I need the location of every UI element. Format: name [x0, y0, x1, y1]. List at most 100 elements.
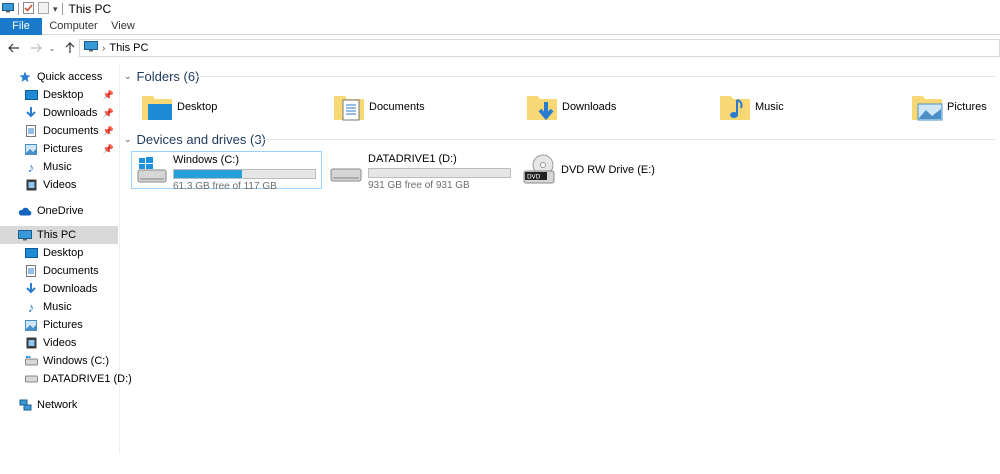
nav-label: This PC [37, 229, 77, 241]
new-folder-icon[interactable] [38, 1, 49, 17]
breadcrumb-this-pc[interactable]: This PC [109, 42, 148, 54]
nav-pc-videos[interactable]: Videos [24, 334, 76, 352]
quick-access-toolbar: ▾ [0, 0, 67, 18]
group-divider [254, 139, 996, 140]
nav-pc-pictures[interactable]: Pictures [24, 316, 83, 334]
nav-label: Desktop [43, 89, 84, 101]
this-pc-icon [18, 228, 32, 242]
nav-onedrive[interactable]: OneDrive [18, 202, 83, 220]
nav-pc-documents[interactable]: Documents [24, 262, 99, 280]
nav-pc-desktop[interactable]: Desktop [24, 244, 83, 262]
nav-label: Desktop [43, 247, 84, 259]
folder-label: Documents [369, 101, 425, 113]
navigation-pane: Quick access Desktop 📌 Downloads 📌 Docum… [0, 64, 132, 454]
nav-label: Music [43, 161, 72, 173]
nav-label: Windows (C:) [43, 355, 110, 367]
cloud-icon [18, 204, 32, 218]
nav-this-pc[interactable]: This PC [0, 226, 118, 244]
drive-name: DVD RW Drive (E:) [561, 163, 655, 176]
drive-name: DATADRIVE1 (D:) [368, 153, 457, 165]
folder-music[interactable]: Music [719, 87, 784, 127]
tab-computer[interactable]: Computer [42, 18, 105, 35]
music-folder-icon [719, 90, 751, 125]
pin-icon[interactable]: 📌 [103, 90, 114, 101]
drive-usage-bar [368, 168, 511, 178]
customize-toolbar-icon[interactable]: ▾ [53, 4, 58, 15]
nav-quick-access[interactable]: Quick access [18, 68, 102, 86]
nav-label: OneDrive [37, 205, 84, 217]
pin-icon[interactable]: 📌 [103, 126, 114, 137]
breadcrumb-chevron-icon[interactable]: › [102, 43, 105, 54]
nav-quick-desktop[interactable]: Desktop 📌 [24, 86, 118, 104]
back-button[interactable] [6, 40, 22, 56]
pictures-icon [24, 318, 38, 332]
up-button[interactable] [62, 40, 78, 56]
nav-pc-music[interactable]: ♪ Music [24, 298, 72, 316]
network-icon [18, 398, 32, 412]
pin-icon[interactable]: 📌 [103, 144, 114, 155]
nav-quick-pictures[interactable]: Pictures 📌 [24, 140, 118, 158]
folder-downloads[interactable]: Downloads [526, 87, 616, 127]
title-bar: ▾ This PC [0, 0, 1000, 18]
nav-pc-windows-c[interactable]: Windows (C:) [24, 352, 109, 370]
navigation-bar: ⌄ › This PC [0, 36, 1000, 60]
drives-group-header[interactable]: ⌄ Devices and drives (3) [124, 130, 266, 148]
folder-label: Downloads [562, 101, 617, 113]
nav-quick-videos[interactable]: Videos [24, 176, 76, 194]
up-arrow-icon [65, 42, 75, 53]
drive-windows-c[interactable]: Windows (C:) 61.3 GB free of 117 GB [131, 151, 322, 192]
hard-drive-icon [24, 372, 38, 386]
windows-drive-icon [137, 154, 167, 187]
address-bar[interactable]: › This PC [79, 39, 1000, 57]
svg-text:DVD: DVD [527, 173, 541, 180]
folders-header-label: Folders (6) [136, 68, 200, 84]
drive-datadrive-d[interactable]: DATADRIVE1 (D:) 931 GB free of 931 GB [328, 151, 519, 191]
nav-quick-music[interactable]: ♪ Music [24, 158, 72, 176]
tab-file[interactable]: File [0, 18, 42, 35]
document-icon [24, 264, 38, 278]
forward-button[interactable] [28, 40, 44, 56]
downloads-folder-icon [526, 90, 558, 125]
desktop-folder-icon [141, 90, 173, 125]
nav-label: Pictures [43, 319, 83, 331]
nav-quick-documents[interactable]: Documents 📌 [24, 122, 118, 140]
nav-label: Videos [43, 179, 77, 191]
nav-pc-downloads[interactable]: Downloads [24, 280, 97, 298]
document-icon [24, 124, 38, 138]
nav-quick-downloads[interactable]: Downloads 📌 [24, 104, 118, 122]
nav-label: DATADRIVE1 (D:) [43, 373, 132, 385]
music-icon: ♪ [27, 159, 35, 175]
pictures-icon [24, 142, 38, 156]
nav-label: Quick access [37, 71, 103, 83]
collapse-chevron-icon[interactable]: ⌄ [124, 71, 132, 82]
window-title: This PC [68, 2, 112, 16]
drive-free-space: 61.3 GB free of 117 GB [173, 181, 277, 192]
properties-icon[interactable] [23, 1, 34, 17]
nav-label: Downloads [43, 283, 98, 295]
tab-view[interactable]: View [105, 18, 141, 35]
drive-usage-bar [173, 169, 316, 179]
windows-drive-icon [24, 354, 38, 368]
download-icon [24, 282, 38, 296]
collapse-chevron-icon[interactable]: ⌄ [124, 134, 132, 145]
nav-pc-datadrive-d[interactable]: DATADRIVE1 (D:) [24, 370, 132, 388]
folder-label: Music [755, 101, 784, 113]
nav-label: Network [37, 399, 78, 411]
ribbon-tabs: File Computer View [0, 18, 1000, 35]
nav-label: Documents [43, 265, 99, 277]
folder-label: Pictures [947, 101, 987, 113]
dvd-drive-icon: DVD [523, 153, 555, 188]
folders-group-header[interactable]: ⌄ Folders (6) [124, 67, 199, 85]
drive-dvd-e[interactable]: DVD DVD RW Drive (E:) [521, 151, 712, 187]
nav-network[interactable]: Network [18, 396, 77, 414]
this-pc-icon [84, 41, 98, 55]
folder-documents[interactable]: Documents [333, 87, 425, 127]
folder-pictures[interactable]: Pictures [911, 87, 987, 127]
pictures-folder-icon [911, 90, 943, 125]
documents-folder-icon [333, 90, 365, 125]
chevron-down-icon: ⌄ [48, 43, 56, 53]
pin-icon[interactable]: 📌 [103, 108, 114, 119]
folder-desktop[interactable]: Desktop [141, 87, 217, 127]
recent-locations-button[interactable]: ⌄ [44, 40, 60, 56]
nav-label: Pictures [43, 143, 83, 155]
